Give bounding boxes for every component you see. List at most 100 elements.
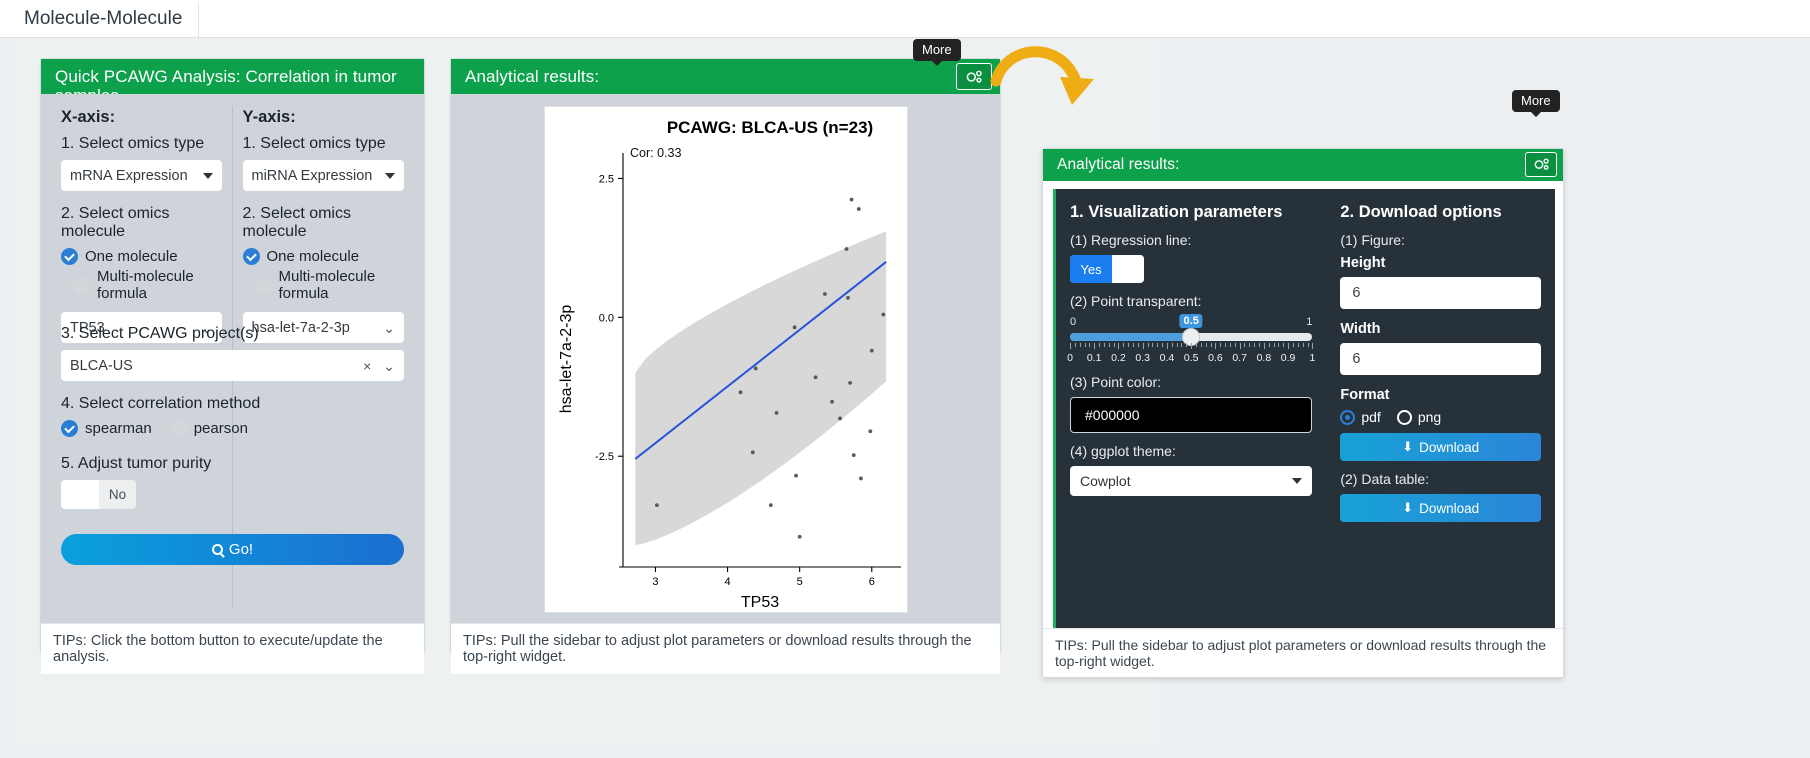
- format-pdf-option[interactable]: pdf: [1340, 409, 1381, 425]
- scatter-point: [813, 375, 817, 380]
- slider-minor-tick: [1186, 343, 1188, 347]
- go-button-label: Go!: [228, 541, 254, 558]
- analytical-results-title: Analytical results:: [465, 67, 600, 86]
- ggplot-theme-select[interactable]: Cowplot: [1070, 466, 1313, 496]
- slider-minor-tick: [1113, 343, 1115, 347]
- width-label: Width: [1340, 321, 1381, 337]
- width-input[interactable]: 6: [1340, 343, 1541, 375]
- scatter-point: [844, 247, 848, 251]
- format-png-option[interactable]: png: [1396, 409, 1441, 425]
- radio-unchecked-icon: [1396, 409, 1412, 425]
- project-select[interactable]: BLCA-US × ⌄: [61, 350, 404, 381]
- slider-tick: [1191, 343, 1193, 349]
- slider-tick: [1263, 343, 1265, 349]
- analytical-results-sidebar: Analytical results: 1. Visualization par…: [1042, 148, 1564, 678]
- svg-text:hsa-let-7a-2-3p: hsa-let-7a-2-3p: [558, 305, 575, 414]
- slider-minor-tick: [1089, 343, 1091, 347]
- format-label: Format: [1340, 387, 1390, 403]
- scatter-point: [856, 207, 861, 211]
- slider-minor-tick: [1205, 343, 1207, 347]
- sidebar-tips: TIPs: Pull the sidebar to adjust plot pa…: [1043, 628, 1563, 677]
- slider-tick-label: 0.8: [1256, 352, 1272, 364]
- ggplot-theme-label: (4) ggplot theme:: [1070, 443, 1176, 459]
- settings-widget-button[interactable]: [956, 63, 992, 90]
- slider-minor-tick: [1157, 343, 1159, 347]
- go-button-wrap: Go!: [61, 534, 404, 565]
- slider-tick-label: 0.2: [1111, 352, 1126, 364]
- slider-tick: [1070, 343, 1071, 349]
- svg-text:TP53: TP53: [740, 594, 778, 611]
- slider-minor-tick: [1225, 343, 1227, 347]
- sidebar-header: Analytical results:: [1043, 149, 1563, 181]
- download-table-button[interactable]: ⬇ Download: [1340, 494, 1541, 522]
- height-value: 6: [1352, 285, 1361, 301]
- svg-text:Cor: 0.33: Cor: 0.33: [630, 146, 681, 160]
- clear-icon[interactable]: ×: [363, 359, 371, 373]
- scatter-point: [768, 503, 773, 508]
- x-axis-heading: X-axis:: [61, 108, 116, 126]
- scatter-point: [867, 429, 872, 434]
- slider-tick-label: 0.7: [1232, 352, 1247, 364]
- y-omics-type-select[interactable]: miRNA Expression: [242, 160, 404, 191]
- format-pdf-label: pdf: [1361, 409, 1381, 425]
- slider-tick: [1166, 343, 1168, 349]
- chevron-down-icon: [1292, 478, 1303, 484]
- scatter-point: [858, 476, 863, 481]
- page-shell: Quick PCAWG Analysis: Correlation in tum…: [0, 38, 1810, 758]
- point-transparent-slider[interactable]: 0 1 0.5 0 0.1 0.2 0.3 0.4 0.5 0.6 0.7 0.8 0.9 1: [1067, 314, 1316, 372]
- method-spearman[interactable]: spearman: [61, 420, 152, 437]
- y-radio-one-molecule[interactable]: One molecule: [242, 248, 405, 265]
- download-figure-button[interactable]: ⬇ Download: [1340, 433, 1541, 461]
- x-radio-multi-molecule[interactable]: Multi-molecule formula: [61, 268, 222, 302]
- tab-bar: Molecule-Molecule: [0, 0, 1810, 38]
- height-label: Height: [1340, 255, 1386, 271]
- slider-minor-tick: [1181, 343, 1183, 347]
- svg-text:6: 6: [868, 576, 874, 588]
- slider-minor-tick: [1137, 343, 1139, 347]
- figure-label: (1) Figure:: [1340, 232, 1405, 248]
- go-button[interactable]: Go!: [61, 534, 404, 565]
- height-input[interactable]: 6: [1340, 277, 1541, 309]
- method-pearson[interactable]: pearson: [169, 420, 248, 437]
- ggplot-theme-value: Cowplot: [1080, 473, 1131, 489]
- analytical-results-tips: TIPs: Pull the sidebar to adjust plot pa…: [451, 623, 1000, 674]
- y-omics-type-value: miRNA Expression: [251, 167, 373, 184]
- slider-minor-tick: [1234, 343, 1236, 347]
- slider-minor-tick: [1147, 343, 1149, 347]
- project-section: 3. Select PCAWG project(s) BLCA-US × ⌄: [61, 321, 404, 381]
- download-figure-label: Download: [1419, 439, 1480, 455]
- correlation-scatter-plot: PCAWG: BLCA-US (n=23) -2.5 0.0 2.5 3 4 5 6 Cor: …: [543, 106, 908, 613]
- regression-line-toggle[interactable]: Yes: [1070, 255, 1144, 283]
- radio-unchecked-icon: [254, 276, 272, 294]
- x-omics-type-select[interactable]: mRNA Expression: [61, 160, 222, 191]
- x-radio-one-label: One molecule: [85, 248, 178, 265]
- sidebar-dark-body: 1. Visualization parameters (1) Regressi…: [1053, 189, 1555, 629]
- sidebar-settings-button[interactable]: [1525, 152, 1557, 177]
- slider-tick-label: 0.4: [1159, 352, 1175, 364]
- slider-tick-labels: 0 0.1 0.2 0.3 0.4 0.5 0.6 0.7 0.8 0.9 1: [1067, 352, 1316, 366]
- gear-icon: [966, 70, 982, 83]
- x-radio-multi-label: Multi-molecule formula: [97, 268, 194, 302]
- slider-minor-tick: [1128, 343, 1130, 347]
- slider-tick-label: 0.6: [1208, 352, 1223, 364]
- y-molecule-label: 2. Select omics molecule: [242, 205, 351, 240]
- x-radio-one-molecule[interactable]: One molecule: [61, 248, 222, 265]
- tumor-purity-section: 5. Adjust tumor purity No: [61, 451, 404, 509]
- tab-molecule-molecule[interactable]: Molecule-Molecule: [8, 3, 200, 37]
- slider-tick-label: 0.5: [1183, 352, 1199, 364]
- svg-text:4: 4: [724, 576, 730, 588]
- tumor-purity-toggle[interactable]: No: [61, 480, 136, 509]
- point-color-input[interactable]: #000000: [1070, 397, 1313, 433]
- y-radio-multi-molecule[interactable]: Multi-molecule formula: [243, 268, 405, 302]
- download-heading: 2. Download options: [1340, 203, 1502, 221]
- svg-text:5: 5: [796, 576, 802, 588]
- scatter-point: [837, 416, 842, 421]
- quick-analysis-panel: Quick PCAWG Analysis: Correlation in tum…: [40, 58, 425, 674]
- slider-minor-tick: [1307, 343, 1309, 347]
- x-omics-type-value: mRNA Expression: [70, 167, 188, 184]
- slider-tick-label: 1: [1309, 352, 1316, 364]
- search-icon: [211, 544, 223, 555]
- svg-text:2.5: 2.5: [598, 173, 613, 185]
- slider-minor-tick: [1196, 343, 1198, 347]
- slider-min-label: 0: [1070, 316, 1077, 328]
